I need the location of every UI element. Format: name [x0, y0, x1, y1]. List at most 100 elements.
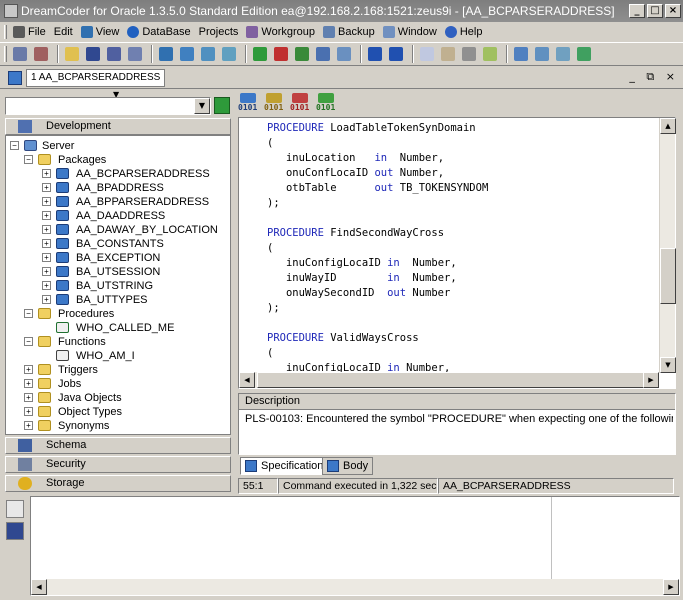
redo-button[interactable]: [387, 45, 405, 63]
code-line[interactable]: PROCEDURE ValidWaysCross: [267, 331, 419, 346]
schema-header[interactable]: Schema: [5, 437, 231, 454]
import-button[interactable]: [335, 45, 353, 63]
find-next-button[interactable]: [533, 45, 551, 63]
storage-header[interactable]: Storage: [5, 475, 231, 492]
collapse-icon[interactable]: −: [24, 155, 33, 164]
output-panel[interactable]: ◀ ▶: [30, 496, 680, 596]
code-line[interactable]: (: [267, 136, 273, 151]
tab-body[interactable]: Body: [322, 457, 374, 475]
code-line[interactable]: onuWaySecondID out Number: [267, 286, 450, 301]
export-button[interactable]: [314, 45, 332, 63]
collapse-icon[interactable]: −: [24, 309, 33, 318]
code-line[interactable]: (: [267, 346, 273, 361]
scroll-up-button[interactable]: ▲: [660, 118, 676, 134]
goto-button[interactable]: [575, 45, 593, 63]
connection-combo[interactable]: ▼: [5, 97, 211, 115]
replace-button[interactable]: [554, 45, 572, 63]
close-button[interactable]: ×: [665, 4, 681, 18]
code-line[interactable]: otbTable out TB_TOKENSYNDOM: [267, 181, 488, 196]
code-editor[interactable]: PROCEDURE LoadTableTokenSynDomain( inuLo…: [238, 117, 676, 389]
tab-specification[interactable]: Specification: [240, 457, 329, 475]
expand-icon[interactable]: +: [42, 239, 51, 248]
compile-all-button[interactable]: 0101: [316, 93, 336, 113]
eraser-button[interactable]: [6, 500, 24, 518]
scroll-right-button[interactable]: ▶: [643, 372, 659, 388]
explain-button[interactable]: [220, 45, 238, 63]
menu-view[interactable]: View: [80, 26, 119, 38]
disconnect-button[interactable]: [32, 45, 50, 63]
output-scroll-right-button[interactable]: ▶: [663, 579, 679, 595]
save-all-button[interactable]: [105, 45, 123, 63]
vertical-scrollbar[interactable]: ▲ ▼: [659, 118, 676, 373]
code-line[interactable]: onuConfLocaID out Number,: [267, 166, 444, 181]
combo-arrow-icon[interactable]: ▼: [194, 98, 210, 114]
execute-button[interactable]: [272, 45, 290, 63]
output-horizontal-scrollbar[interactable]: ◀ ▶: [31, 579, 679, 595]
code-line[interactable]: PROCEDURE FindSecondWayCross: [267, 226, 444, 241]
compile-error-message[interactable]: PLS-00103: Encountered the symbol "PROCE…: [245, 413, 673, 425]
doc-window-controls[interactable]: _ ⧉ ×: [629, 70, 679, 84]
menu-edit[interactable]: Edit: [54, 26, 73, 38]
minimize-button[interactable]: _: [629, 4, 645, 18]
code-line[interactable]: );: [267, 196, 280, 211]
find-button[interactable]: [512, 45, 530, 63]
expand-icon[interactable]: +: [24, 379, 33, 388]
expand-icon[interactable]: +: [42, 295, 51, 304]
refresh-button[interactable]: [214, 97, 230, 114]
save-output-button[interactable]: [6, 522, 24, 540]
output-scroll-left-button[interactable]: ◀: [31, 579, 47, 595]
ddl-button[interactable]: [293, 45, 311, 63]
menu-database[interactable]: DataBase: [127, 26, 191, 38]
menu-backup[interactable]: Backup: [323, 26, 375, 38]
expand-icon[interactable]: +: [42, 197, 51, 206]
menu-help[interactable]: Help: [444, 26, 482, 38]
compile-debug-button[interactable]: 0101: [290, 93, 310, 113]
expand-icon[interactable]: +: [24, 393, 33, 402]
close-doc-button[interactable]: [126, 45, 144, 63]
code-line[interactable]: inuConfigLocaID in Number,: [267, 256, 457, 271]
horizontal-scroll-thumb[interactable]: [257, 372, 647, 388]
expand-icon[interactable]: +: [42, 253, 51, 262]
horizontal-scrollbar[interactable]: ◀ ▶: [239, 372, 659, 388]
paste-button[interactable]: [439, 45, 457, 63]
expand-icon[interactable]: +: [42, 183, 51, 192]
code-line[interactable]: inuLocation in Number,: [267, 151, 444, 166]
expand-icon[interactable]: +: [42, 267, 51, 276]
expand-icon[interactable]: +: [42, 211, 51, 220]
sql-button[interactable]: [178, 45, 196, 63]
body-compile-button[interactable]: 0101: [264, 93, 284, 113]
code-area[interactable]: PROCEDURE LoadTableTokenSynDomain( inuLo…: [267, 121, 657, 373]
copy-button[interactable]: [418, 45, 436, 63]
connect-button[interactable]: [11, 45, 29, 63]
expand-icon[interactable]: +: [42, 281, 51, 290]
schema-browser-button[interactable]: [157, 45, 175, 63]
expand-icon[interactable]: +: [42, 225, 51, 234]
save-button[interactable]: [84, 45, 102, 63]
query-button[interactable]: [199, 45, 217, 63]
menu-window[interactable]: Window: [382, 26, 437, 38]
compile-button[interactable]: [251, 45, 269, 63]
menu-projects[interactable]: Projects: [199, 26, 239, 38]
expand-icon[interactable]: +: [24, 421, 33, 430]
clear-button[interactable]: [481, 45, 499, 63]
expand-icon[interactable]: +: [42, 169, 51, 178]
code-line[interactable]: (: [267, 241, 273, 256]
spec-compile-button[interactable]: 0101: [238, 93, 258, 113]
expand-icon[interactable]: +: [24, 365, 33, 374]
development-header[interactable]: Development: [5, 118, 231, 135]
cut-button[interactable]: [460, 45, 478, 63]
expand-icon[interactable]: +: [24, 407, 33, 416]
menu-workgroup[interactable]: Workgroup: [246, 26, 315, 38]
collapse-icon[interactable]: −: [10, 141, 19, 150]
maximize-button[interactable]: □: [647, 4, 663, 18]
open-button[interactable]: [63, 45, 81, 63]
code-line[interactable]: PROCEDURE LoadTableTokenSynDomain: [267, 121, 476, 136]
undo-button[interactable]: [366, 45, 384, 63]
vertical-scroll-thumb[interactable]: [660, 248, 676, 304]
security-header[interactable]: Security: [5, 456, 231, 473]
code-line[interactable]: inuWayID in Number,: [267, 271, 457, 286]
scroll-left-button[interactable]: ◀: [239, 372, 255, 388]
code-line[interactable]: );: [267, 301, 280, 316]
scroll-down-button[interactable]: ▼: [660, 357, 676, 373]
collapse-icon[interactable]: −: [24, 337, 33, 346]
